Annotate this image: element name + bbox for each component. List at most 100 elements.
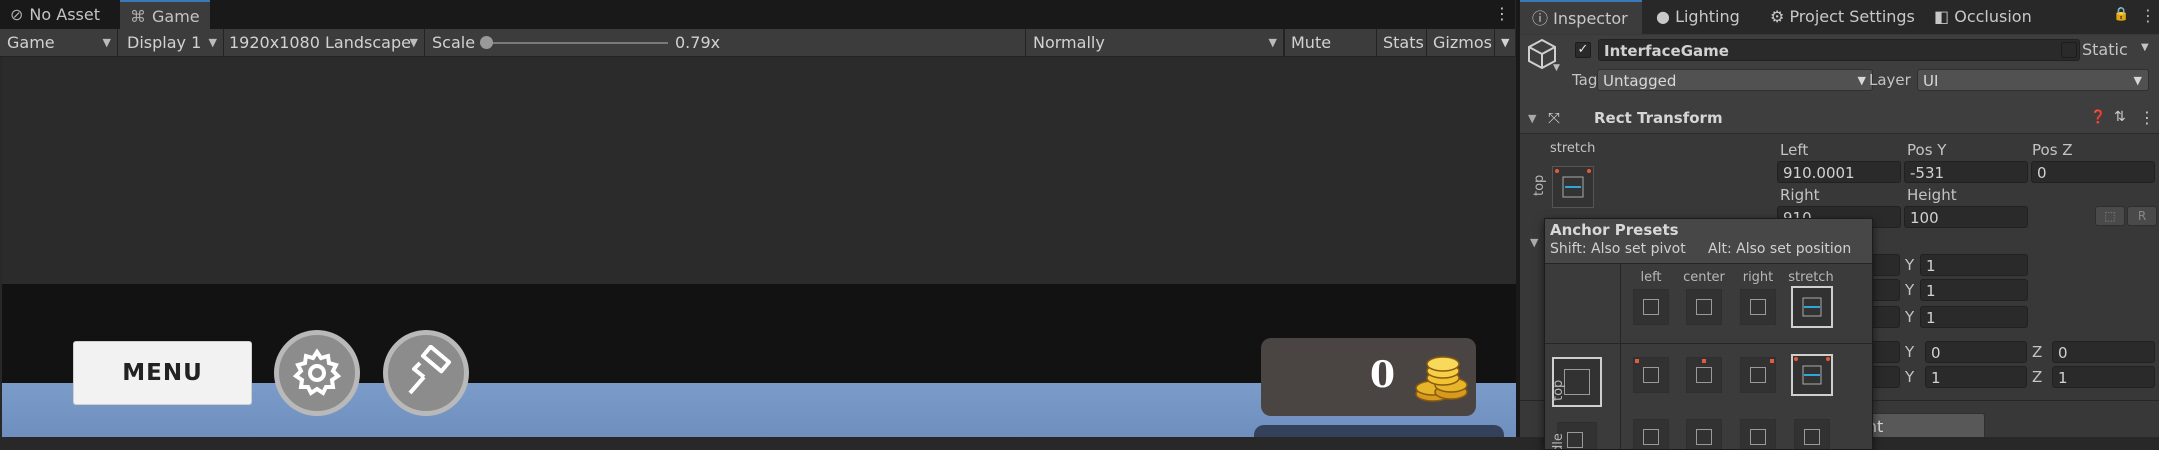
scale-value: 0.79x [675,33,721,52]
tab-no-asset-label: No Asset [29,5,100,24]
tab-inspector[interactable]: ⓘ Inspector [1520,0,1642,34]
column-left-label: left [1640,270,1662,285]
lightbulb-icon: ● [1656,7,1670,26]
kebab-menu-icon[interactable]: ⋮ [1494,4,1510,24]
tab-project-settings[interactable]: ⚙ Project Settings [1758,0,1920,34]
divider [1545,343,1872,344]
rotation-z-input[interactable]: 0 [2052,341,2155,363]
preset-center-icon [1696,299,1712,315]
gear-icon [292,348,342,396]
paint-roller-button[interactable] [383,330,469,416]
bottom-panel-edge [1254,425,1504,437]
kebab-menu-icon[interactable]: ⋮ [2140,6,2156,25]
preset-top-stretch[interactable] [1791,354,1833,396]
chevron-down-icon[interactable]: ▼ [1553,63,1560,73]
gameobject-header: ▼ ✓ InterfaceGame Static ▼ Tag Untagged ▼… [1520,35,2159,106]
preset-square-icon [1643,429,1659,445]
view-mode-dropdown[interactable]: Game ▼ [0,29,118,56]
tab-occlusion[interactable]: ◧ Occlusion [1922,0,2040,34]
anchor-stretch-icon [1802,297,1822,317]
preset-top-right[interactable] [1740,357,1776,393]
anchor-min-y-input[interactable]: 1 [1920,254,2028,276]
preset-sliders-icon[interactable]: ⇅ [2114,109,2126,125]
preset-none-right[interactable] [1740,289,1776,325]
anchor-max-y-input[interactable]: 1 [1920,279,2028,301]
coin-stack-icon [1415,356,1468,402]
tab-game[interactable]: ⌘ Game [120,0,210,29]
game-view-top-area [2,57,1516,284]
anchor-vertical-label: top [1532,174,1547,196]
anchor-preset-button[interactable] [1552,166,1594,208]
gameobject-name-input[interactable]: InterfaceGame [1598,39,2080,61]
preset-middle-left[interactable] [1633,419,1669,449]
unlink-icon: ⊘ [10,5,24,24]
scale-slider-track[interactable] [488,42,668,44]
stats-button[interactable]: Stats [1376,29,1426,56]
pivot-y-input[interactable]: 1 [1920,306,2028,328]
game-view[interactable]: MENU 0 [2,57,1516,437]
preset-middle-right[interactable] [1740,419,1776,449]
info-icon: ⓘ [1532,9,1549,28]
anchor-dot-icon [1635,359,1639,363]
preset-none-center[interactable] [1686,289,1722,325]
chevron-down-icon: ▼ [102,36,111,49]
layer-label: Layer [1869,71,1911,89]
layer-dropdown[interactable]: UI ▼ [1917,69,2149,91]
foldout-arrow-icon[interactable]: ▼ [1528,112,1536,125]
preset-none-left[interactable] [1633,289,1669,325]
resolution-dropdown[interactable]: 1920x1080 Landscape ▼ [222,29,425,56]
gizmos-chevron-down-icon[interactable]: ▼ [1494,29,1515,56]
help-icon[interactable]: ❓ [2090,110,2106,125]
static-checkbox[interactable] [2061,42,2077,58]
kebab-menu-icon[interactable]: ⋮ [2139,108,2155,127]
pos-y-input[interactable]: -531 [1904,161,2028,183]
preset-middle-center[interactable] [1686,419,1722,449]
tab-occlusion-label: Occlusion [1954,7,2032,26]
preset-square-icon [1750,299,1766,315]
anchor-dot-icon [1702,359,1706,363]
display-dropdown[interactable]: Display 1 ▼ [120,29,224,56]
pos-z-input[interactable]: 0 [2031,161,2155,183]
pivot-y-label: Y [1905,308,1915,326]
tab-project-settings-label: Project Settings [1789,7,1915,26]
height-label: Height [1907,186,1957,204]
column-center-label: center [1683,270,1725,285]
rect-transform-header[interactable]: ▼ ⤧ Rect Transform ❓ ⇅ ⋮ [1520,105,2159,134]
tab-no-asset[interactable]: ⊘ No Asset [0,0,118,29]
preset-middle-stretch[interactable] [1794,419,1830,449]
left-input[interactable]: 910.0001 [1777,161,1901,183]
foldout-arrow-icon[interactable]: ▼ [1530,236,1538,249]
scale-label: Scale [432,33,476,52]
raw-edit-button[interactable]: R [2127,206,2157,226]
play-focus-dropdown[interactable]: Normally ▼ [1025,29,1284,56]
scale-z-input[interactable]: 1 [2052,366,2155,388]
scale-slider-handle[interactable] [480,36,493,49]
scale-y-input[interactable]: 1 [1925,366,2027,388]
gizmos-button[interactable]: Gizmos [1426,29,1494,56]
view-mode-value: Game [7,33,55,52]
rotation-y-input[interactable]: 0 [1925,341,2027,363]
tag-dropdown[interactable]: Untagged ▼ [1597,69,1873,91]
blueprint-mode-button[interactable]: ⬚ [2095,206,2125,226]
anchor-presets-popup: Anchor Presets Shift: Also set pivot Alt… [1544,218,1873,450]
pos-y-label: Pos Y [1907,141,1947,159]
game-toolbar: Game ▼ Display 1 ▼ 1920x1080 Landscape ▼… [0,29,1515,79]
preset-top-center[interactable] [1686,357,1722,393]
preset-none-stretch[interactable] [1791,286,1833,328]
active-checkbox[interactable]: ✓ [1575,42,1591,58]
column-right-label: right [1742,270,1774,285]
menu-button[interactable]: MENU [73,341,252,405]
tab-lighting[interactable]: ● Lighting [1644,0,1756,34]
preset-top-left[interactable] [1633,357,1669,393]
preset-square-icon [1643,299,1659,315]
preset-square-icon [1567,432,1583,448]
chevron-down-icon: ▼ [409,36,418,49]
settings-button[interactable] [274,330,360,416]
mute-audio-button[interactable]: Mute Audio [1284,29,1376,79]
rotation-z-label: Z [2032,343,2043,361]
lock-icon[interactable]: 🔒 [2113,7,2129,22]
resolution-value: 1920x1080 Landscape [229,33,411,52]
chevron-down-icon[interactable]: ▼ [2141,42,2149,53]
game-tab-bar: ⊘ No Asset ⌘ Game ⋮ [0,0,1515,29]
height-input[interactable]: 100 [1904,206,2028,228]
